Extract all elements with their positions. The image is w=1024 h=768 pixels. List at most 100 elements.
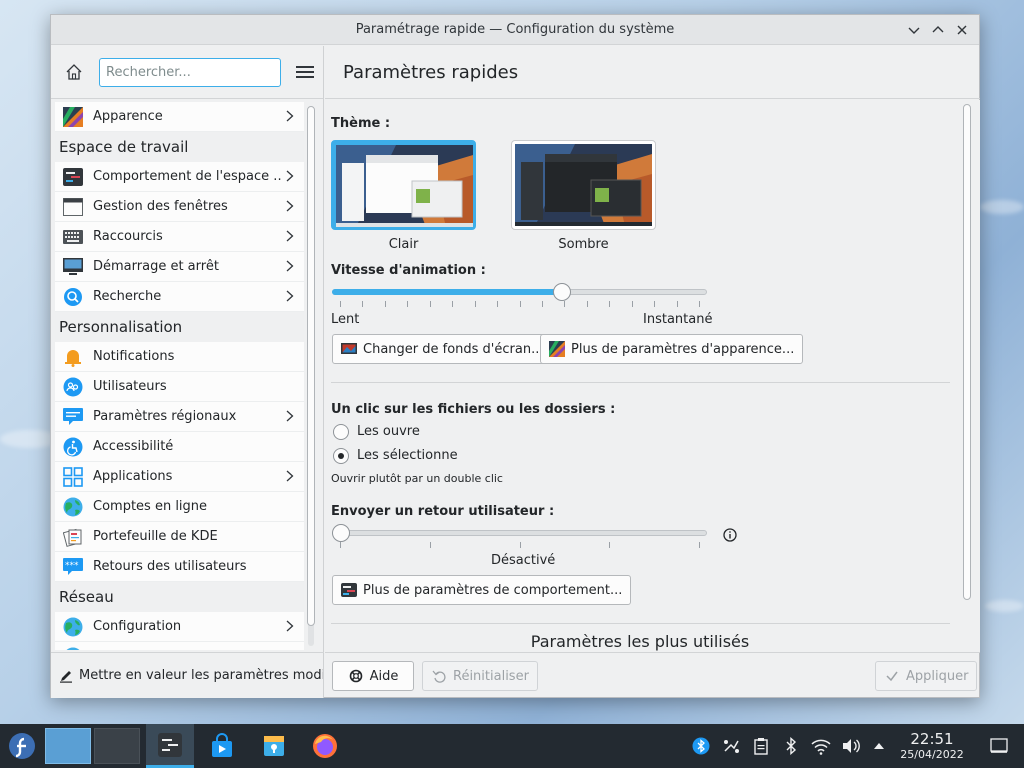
task-discover[interactable] <box>202 724 242 768</box>
clock-time: 22:51 <box>910 730 954 748</box>
sidebar-item[interactable]: Portefeuille de KDE <box>55 522 304 552</box>
tray-bluetooth[interactable] <box>780 724 802 768</box>
main-scrollbar-thumb[interactable] <box>963 104 971 600</box>
show-desktop-button[interactable] <box>986 724 1012 768</box>
home-button[interactable] <box>57 55 91 89</box>
highlight-changed-label: Mettre en valeur les paramètres modifiés <box>79 668 323 683</box>
sidebar-item[interactable]: Notifications <box>55 342 304 372</box>
search-input[interactable] <box>99 57 281 87</box>
feedback-slider[interactable] <box>332 522 707 548</box>
main-footer: Aide Réinitialiser Appliquer <box>325 652 980 698</box>
virtual-desktop-1[interactable] <box>45 728 91 764</box>
tray-network[interactable] <box>808 724 834 768</box>
accessibility-icon <box>63 437 83 457</box>
more-appearance-button[interactable]: Plus de paramètres d'apparence... <box>540 334 804 364</box>
minimize-button[interactable] <box>905 21 923 39</box>
tray-volume[interactable] <box>840 724 862 768</box>
search-icon <box>63 287 83 307</box>
virtual-desktop-2[interactable] <box>94 728 140 764</box>
radio-select[interactable] <box>333 448 349 464</box>
chevron-right-icon <box>286 110 294 126</box>
sidebar-item[interactable]: Raccourcis <box>55 222 304 252</box>
change-wallpaper-button[interactable]: Changer de fonds d'écran... <box>332 334 553 364</box>
sidebar-item[interactable]: Configuration <box>55 612 304 642</box>
slider-tick <box>475 301 476 307</box>
slider-tick <box>587 301 588 307</box>
slider-tick <box>564 301 565 307</box>
animation-max-label: Instantané <box>643 312 713 327</box>
most-used-heading: Paramètres les plus utilisés <box>530 632 750 651</box>
tray-kdeconnect[interactable] <box>720 724 742 768</box>
hamburger-menu-icon <box>296 66 314 78</box>
task-system-settings[interactable] <box>146 724 194 768</box>
close-button[interactable] <box>953 21 971 39</box>
theme-light-label: Clair <box>388 237 419 252</box>
apply-button[interactable]: Appliquer <box>875 661 978 691</box>
sidebar-category: Réseau <box>55 582 304 612</box>
radio-select-label[interactable]: Les sélectionne <box>357 448 458 463</box>
sidebar-scrollbar[interactable] <box>307 106 315 646</box>
info-button[interactable] <box>723 528 737 546</box>
theme-dark-card[interactable] <box>511 140 656 230</box>
sidebar-item-label: Comportement de l'espace ... <box>93 169 283 184</box>
theme-light-card[interactable] <box>331 140 476 230</box>
sidebar-item[interactable]: Apparence <box>55 102 304 132</box>
sidebar-item[interactable]: Gestion des fenêtres <box>55 192 304 222</box>
hamburger-menu-button[interactable] <box>293 60 317 84</box>
slider-tick <box>609 301 610 307</box>
animation-speed-slider[interactable] <box>332 281 707 307</box>
behavior-icon <box>341 582 357 598</box>
keyboard-icon <box>63 227 83 247</box>
sidebar-item[interactable]: *** Retours des utilisateurs <box>55 552 304 582</box>
tray-clipboard[interactable] <box>750 724 772 768</box>
clipboard-icon <box>754 738 768 755</box>
appearance-icon <box>63 106 83 127</box>
digital-clock[interactable]: 22:51 25/04/2022 <box>886 730 978 761</box>
radio-open-label[interactable]: Les ouvre <box>357 424 420 439</box>
quick-settings-content: Thème : Clair Sombre Vitesse d'animation… <box>325 100 980 652</box>
slider-tick <box>542 301 543 307</box>
slider-tick <box>362 301 363 307</box>
animation-speed-label: Vitesse d'animation : <box>331 263 486 278</box>
task-vault[interactable] <box>254 724 294 768</box>
sidebar-item-label: Portefeuille de KDE <box>93 529 218 544</box>
taskbar: 22:51 25/04/2022 <box>0 724 1024 768</box>
connect-icon <box>724 740 739 753</box>
more-behavior-button[interactable]: Plus de paramètres de comportement... <box>332 575 632 605</box>
highlight-changed-toggle[interactable]: Mettre en valeur les paramètres modifiés <box>51 652 324 698</box>
dark-theme-preview <box>515 144 652 226</box>
help-button[interactable]: Aide <box>332 661 414 691</box>
radio-open[interactable] <box>333 424 349 440</box>
network-globe-icon <box>63 617 83 637</box>
sidebar-item[interactable]: Comptes en ligne <box>55 492 304 522</box>
sidebar-item[interactable]: Connexions <box>55 642 304 650</box>
tray-bluetooth-blue[interactable] <box>690 724 712 768</box>
users-icon <box>63 377 83 397</box>
maximize-button[interactable] <box>929 21 947 39</box>
sidebar-item[interactable]: Applications <box>55 462 304 492</box>
show-desktop-icon <box>990 738 1008 753</box>
page-title: Paramètres rapides <box>325 46 980 99</box>
sidebar-item[interactable]: Recherche <box>55 282 304 312</box>
sidebar-item[interactable]: Accessibilité <box>55 432 304 462</box>
slider-handle[interactable] <box>553 283 571 301</box>
sidebar-scrollbar-thumb[interactable] <box>307 106 315 626</box>
task-firefox[interactable] <box>305 724 345 768</box>
chevron-right-icon <box>286 260 294 276</box>
main-scrollbar[interactable] <box>963 104 971 600</box>
workspace-behavior-icon <box>63 167 83 187</box>
sidebar-item[interactable]: Démarrage et arrêt <box>55 252 304 282</box>
application-launcher[interactable] <box>4 724 40 768</box>
sidebar-item-label: Configuration <box>93 619 182 634</box>
titlebar[interactable]: Paramétrage rapide — Configuration du sy… <box>51 15 979 45</box>
help-lifebuoy-icon <box>348 668 364 684</box>
sidebar-item[interactable]: Comportement de l'espace ... <box>55 162 304 192</box>
change-wallpaper-label: Changer de fonds d'écran... <box>363 341 544 357</box>
wifi-icon <box>811 739 831 755</box>
sidebar-item[interactable]: Utilisateurs <box>55 372 304 402</box>
bluetooth-icon <box>786 737 797 755</box>
slider-handle[interactable] <box>332 524 350 542</box>
slider-tick <box>385 301 386 307</box>
sidebar-item[interactable]: Paramètres régionaux <box>55 402 304 432</box>
reset-button[interactable]: Réinitialiser <box>422 661 538 691</box>
